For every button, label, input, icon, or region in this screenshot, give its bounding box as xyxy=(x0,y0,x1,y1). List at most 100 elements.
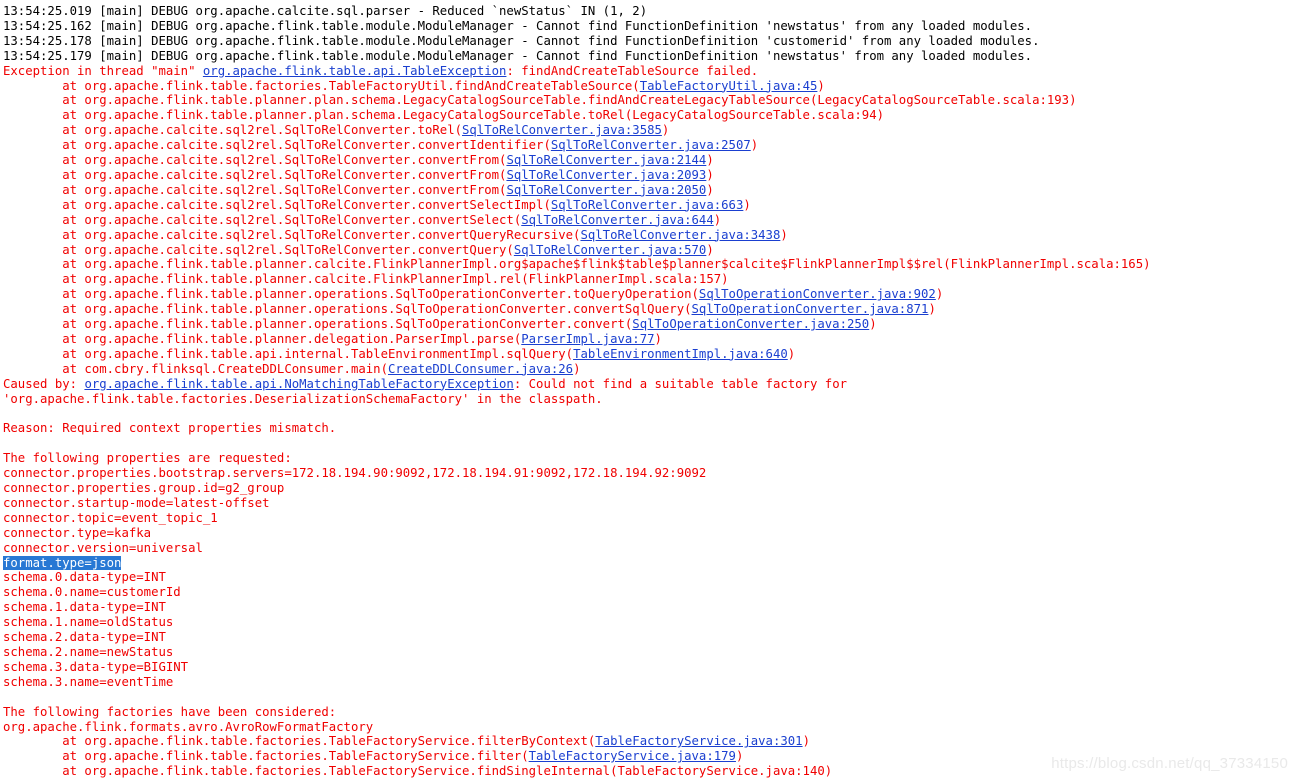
console-text: connector.topic=event_topic_1 xyxy=(3,510,218,525)
console-line xyxy=(0,690,1297,705)
console-text: 13:54:25.178 [main] DEBUG org.apache.fli… xyxy=(3,33,1040,48)
console-text: ) xyxy=(706,167,714,182)
console-line xyxy=(0,436,1297,451)
stacktrace-link[interactable]: org.apache.flink.table.api.TableExceptio… xyxy=(203,64,507,78)
console-text: 13:54:25.179 [main] DEBUG org.apache.fli… xyxy=(3,48,1033,63)
console-line: 13:54:25.019 [main] DEBUG org.apache.cal… xyxy=(0,4,1297,19)
console-text: at org.apache.flink.table.factories.Tabl… xyxy=(3,734,596,749)
console-text: at org.apache.calcite.sql2rel.SqlToRelCo… xyxy=(3,167,507,182)
console-text: 13:54:25.019 [main] DEBUG org.apache.cal… xyxy=(3,4,648,18)
console-text: Reason: Required context properties mism… xyxy=(3,421,337,436)
console-text: ) xyxy=(935,287,944,302)
console-text: at org.apache.calcite.sql2rel.SqlToRelCo… xyxy=(3,153,507,168)
console-text: at org.apache.flink.table.planner.calcit… xyxy=(3,272,729,287)
stacktrace-link[interactable]: CreateDDLConsumer.java:26 xyxy=(388,362,573,376)
console-line: at org.apache.flink.table.planner.calcit… xyxy=(0,257,1297,272)
console-line: at org.apache.flink.table.planner.plan.s… xyxy=(0,93,1297,108)
stacktrace-link[interactable]: ParserImpl.java:77 xyxy=(521,332,654,346)
stacktrace-link[interactable]: SqlToRelConverter.java:2093 xyxy=(506,168,706,182)
stacktrace-link[interactable]: TableFactoryService.java:179 xyxy=(529,749,736,763)
stacktrace-link[interactable]: SqlToRelConverter.java:3438 xyxy=(580,228,780,242)
console-line: at org.apache.flink.table.planner.calcit… xyxy=(0,272,1297,287)
console-text: ) xyxy=(743,197,751,212)
console-line: at org.apache.calcite.sql2rel.SqlToRelCo… xyxy=(0,183,1297,198)
stacktrace-link[interactable]: SqlToRelConverter.java:644 xyxy=(521,213,714,227)
console-line: connector.topic=event_topic_1 xyxy=(0,511,1297,526)
console-line: at org.apache.flink.table.planner.delega… xyxy=(0,332,1297,347)
console-line: at org.apache.calcite.sql2rel.SqlToRelCo… xyxy=(0,243,1297,258)
console-text: at org.apache.flink.table.planner.operat… xyxy=(3,317,633,332)
stacktrace-link[interactable]: org.apache.flink.table.api.NoMatchingTab… xyxy=(84,377,513,391)
console-text: at org.apache.flink.table.planner.plan.s… xyxy=(3,108,884,123)
console-text: ) xyxy=(706,242,714,257)
console-line: at org.apache.flink.table.planner.operat… xyxy=(0,317,1297,332)
console-line: format.type=json xyxy=(0,555,1297,571)
console-line: schema.3.data-type=BIGINT xyxy=(0,660,1297,675)
console-text: Exception in thread "main" xyxy=(3,63,203,78)
console-line: 13:54:25.179 [main] DEBUG org.apache.fli… xyxy=(0,49,1297,64)
console-text: at org.apache.flink.table.factories.Tabl… xyxy=(3,78,640,93)
console-text: at org.apache.calcite.sql2rel.SqlToRelCo… xyxy=(3,123,463,138)
console-line: at org.apache.calcite.sql2rel.SqlToRelCo… xyxy=(0,213,1297,228)
stacktrace-link[interactable]: SqlToRelConverter.java:2050 xyxy=(506,183,706,197)
console-text: schema.2.name=newStatus xyxy=(3,645,174,659)
console-text: at org.apache.calcite.sql2rel.SqlToRelCo… xyxy=(3,212,522,227)
console-text: at org.apache.flink.table.factories.Tabl… xyxy=(3,764,833,779)
console-line: at org.apache.flink.table.planner.operat… xyxy=(0,287,1297,302)
console-text: at org.apache.calcite.sql2rel.SqlToRelCo… xyxy=(3,138,551,153)
console-line: Reason: Required context properties mism… xyxy=(0,421,1297,436)
stacktrace-link[interactable]: SqlToOperationConverter.java:871 xyxy=(692,302,929,316)
console-line: Exception in thread "main" org.apache.fl… xyxy=(0,64,1297,79)
console-line: at org.apache.flink.table.factories.Tabl… xyxy=(0,749,1297,764)
stacktrace-link[interactable]: TableFactoryService.java:301 xyxy=(595,734,802,748)
console-text: at org.apache.flink.table.planner.operat… xyxy=(3,287,699,302)
stacktrace-link[interactable]: TableFactoryUtil.java:45 xyxy=(640,79,818,93)
console-text: schema.3.name=eventTime xyxy=(3,674,174,689)
console-line: at com.cbry.flinksql.CreateDDLConsumer.m… xyxy=(0,362,1297,377)
console-line-list: 13:54:25.019 [main] DEBUG org.apache.cal… xyxy=(0,4,1297,779)
console-text: ) xyxy=(713,212,722,227)
console-line: connector.type=kafka xyxy=(0,526,1297,541)
stacktrace-link[interactable]: SqlToOperationConverter.java:250 xyxy=(632,317,869,331)
console-text: connector.startup-mode=latest-offset xyxy=(3,495,270,510)
console-line: 13:54:25.178 [main] DEBUG org.apache.fli… xyxy=(0,34,1297,49)
console-line: at org.apache.calcite.sql2rel.SqlToRelCo… xyxy=(0,168,1297,183)
console-text: The following properties are requested: xyxy=(3,451,292,466)
console-line: at org.apache.flink.table.factories.Tabl… xyxy=(0,734,1297,749)
console-line: The following factories have been consid… xyxy=(0,705,1297,720)
console-text: 13:54:25.162 [main] DEBUG org.apache.fli… xyxy=(3,18,1033,33)
console-text: : findAndCreateTableSource failed. xyxy=(506,63,759,78)
console-line: connector.startup-mode=latest-offset xyxy=(0,496,1297,511)
console-text: at org.apache.flink.table.factories.Tabl… xyxy=(3,749,529,764)
console-line: connector.properties.group.id=g2_group xyxy=(0,481,1297,496)
console-line: at org.apache.calcite.sql2rel.SqlToRelCo… xyxy=(0,153,1297,168)
console-text: ) xyxy=(928,302,936,317)
console-text: at org.apache.flink.table.planner.operat… xyxy=(3,302,692,317)
stacktrace-link[interactable]: SqlToRelConverter.java:663 xyxy=(551,198,744,212)
console-output-panel[interactable]: 13:54:25.019 [main] DEBUG org.apache.cal… xyxy=(0,0,1297,782)
selected-text-highlight[interactable]: format.type=json xyxy=(3,555,122,570)
stacktrace-link[interactable]: SqlToOperationConverter.java:902 xyxy=(699,287,936,301)
stacktrace-link[interactable]: TableEnvironmentImpl.java:640 xyxy=(573,347,788,361)
console-line: at org.apache.calcite.sql2rel.SqlToRelCo… xyxy=(0,138,1297,153)
stacktrace-link[interactable]: SqlToRelConverter.java:570 xyxy=(514,243,707,257)
console-text: ) xyxy=(780,227,788,242)
console-text: ) xyxy=(573,361,581,376)
console-text: schema.3.data-type=BIGINT xyxy=(3,659,189,674)
console-line: The following properties are requested: xyxy=(0,451,1297,466)
console-line: at org.apache.flink.table.planner.plan.s… xyxy=(0,108,1297,123)
console-text: at org.apache.calcite.sql2rel.SqlToRelCo… xyxy=(3,197,551,212)
console-text: ) xyxy=(869,317,877,332)
console-text: ) xyxy=(654,331,662,346)
stacktrace-link[interactable]: SqlToRelConverter.java:3585 xyxy=(462,123,662,137)
console-line: schema.2.data-type=INT xyxy=(0,630,1297,645)
console-line: at org.apache.flink.table.factories.Tabl… xyxy=(0,764,1297,779)
console-line: schema.1.data-type=INT xyxy=(0,600,1297,615)
console-text: ) xyxy=(735,749,744,764)
console-text: schema.2.data-type=INT xyxy=(3,630,166,645)
stacktrace-link[interactable]: SqlToRelConverter.java:2144 xyxy=(506,153,706,167)
stacktrace-link[interactable]: SqlToRelConverter.java:2507 xyxy=(551,138,751,152)
console-text: connector.properties.bootstrap.servers=1… xyxy=(3,466,707,481)
console-text: at org.apache.flink.table.planner.plan.s… xyxy=(3,93,1077,108)
console-line: connector.properties.bootstrap.servers=1… xyxy=(0,466,1297,481)
